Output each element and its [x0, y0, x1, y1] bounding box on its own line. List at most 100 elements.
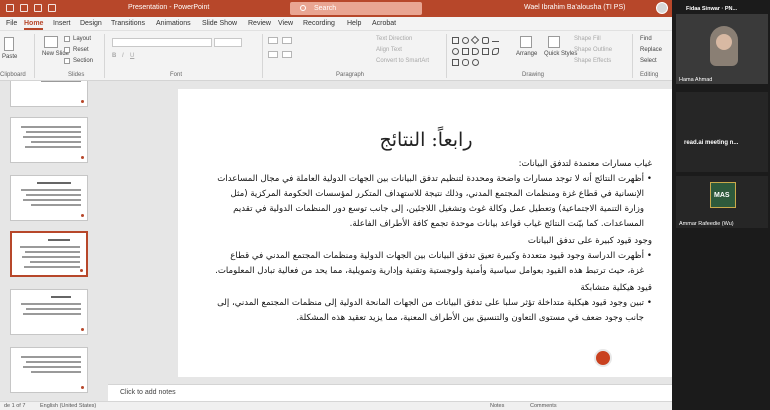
shape-rounded-icon[interactable] [482, 37, 489, 44]
font-size-dropdown[interactable] [214, 38, 242, 47]
screen: Presentation - PowerPoint Search Wael Ib… [0, 0, 770, 410]
slide-thumbnail[interactable] [10, 81, 88, 107]
bold-icon[interactable]: B [112, 53, 116, 59]
slide-canvas[interactable]: رابعاً: النتائج غياب مسارات معتمدة لتدفق… [178, 89, 672, 377]
participant-tile[interactable]: read.ai meeting n... [676, 92, 768, 172]
avatar[interactable] [656, 2, 668, 14]
convert-smartart-button[interactable]: Convert to SmartArt [376, 58, 429, 64]
shape-rectangle-icon[interactable] [452, 37, 459, 44]
search-box[interactable]: Search [290, 2, 422, 15]
thumb-line [31, 141, 81, 143]
redo-icon[interactable] [48, 4, 56, 12]
slide-title[interactable]: رابعاً: النتائج [178, 129, 672, 151]
quick-styles-icon[interactable] [548, 36, 560, 48]
thumb-line [23, 366, 81, 368]
slide-thumbnail-selected[interactable] [10, 231, 88, 277]
language-indicator[interactable]: English (United States) [40, 403, 96, 409]
ribbon-divider [104, 34, 105, 78]
shape-oval-icon[interactable] [462, 37, 469, 44]
replace-button[interactable]: Replace [640, 47, 662, 53]
shape-effects-button[interactable]: Shape Effects [574, 58, 611, 64]
shape-circle-icon[interactable] [452, 48, 459, 55]
shape-fill-button[interactable]: Shape Fill [574, 36, 601, 42]
quick-styles-button[interactable]: Quick Styles [544, 51, 577, 57]
editing-group-label: Editing [640, 72, 659, 78]
notes-button[interactable]: Notes [490, 403, 504, 409]
shape-arrow-icon[interactable] [472, 48, 479, 55]
tab-help[interactable]: Help [347, 20, 361, 27]
section-heading: قيود هيكلية متشابكة [580, 283, 652, 293]
layout-button[interactable]: Layout [73, 36, 91, 42]
slide-thumbnail[interactable] [10, 347, 88, 393]
find-button[interactable]: Find [640, 36, 652, 42]
comments-button[interactable]: Comments [530, 403, 557, 409]
text-direction-button[interactable]: Text Direction [376, 36, 412, 42]
participant-tile[interactable]: MAS Ammar Rafeedie (Wu) [676, 176, 768, 228]
thumb-title [37, 182, 71, 184]
account-name[interactable]: Wael Ibrahim Ba'alousha (TI PS) [524, 4, 625, 11]
thumb-line [21, 126, 81, 128]
participant-tile[interactable]: Fidaa Sinwar · PN... Hama Ahmad [676, 4, 768, 84]
tab-review[interactable]: Review [248, 20, 271, 27]
shape-line-icon[interactable] [492, 41, 499, 42]
thumb-marker [81, 214, 84, 217]
tab-design[interactable]: Design [80, 20, 102, 27]
arrange-icon[interactable] [520, 36, 532, 48]
font-name-dropdown[interactable] [112, 38, 212, 47]
record-button[interactable] [594, 349, 612, 367]
paste-icon[interactable] [4, 37, 14, 51]
tab-recording[interactable]: Recording [303, 20, 335, 27]
shape-box-icon[interactable] [452, 59, 459, 66]
underline-icon[interactable]: U [130, 53, 134, 59]
shape-leaf-icon[interactable] [492, 48, 499, 55]
tab-animations[interactable]: Animations [156, 20, 191, 27]
slide-thumbnail[interactable] [10, 289, 88, 335]
bullet-paragraph: أظهرت النتائج أنه لا توجد مسارات واضحة و… [212, 172, 652, 232]
tab-transitions[interactable]: Transitions [111, 20, 145, 27]
thumb-marker [81, 156, 84, 159]
tab-acrobat[interactable]: Acrobat [372, 20, 396, 27]
notes-pane[interactable]: Click to add notes [108, 384, 672, 401]
numbering-icon[interactable] [282, 37, 292, 44]
thumb-marker [81, 100, 84, 103]
italic-icon[interactable]: I [122, 53, 124, 59]
slide-thumbnail[interactable] [10, 175, 88, 221]
participant-name: Ammar Rafeedie (Wu) [679, 221, 734, 227]
powerpoint-window: Presentation - PowerPoint Search Wael Ib… [0, 0, 672, 410]
ribbon: Paste Clipboard New Slide Layout Reset S… [0, 31, 672, 81]
tab-view[interactable]: View [278, 20, 293, 27]
align-text-button[interactable]: Align Text [376, 47, 402, 53]
tab-insert[interactable]: Insert [53, 20, 71, 27]
reset-button[interactable]: Reset [73, 47, 89, 53]
paste-button[interactable]: Paste [2, 54, 17, 60]
shape-frame-icon[interactable] [482, 48, 489, 55]
tab-home[interactable]: Home [24, 20, 44, 30]
align-center-icon[interactable] [282, 51, 292, 58]
shape-square-icon[interactable] [462, 48, 469, 55]
thumb-line [26, 361, 81, 363]
shape-ring-icon[interactable] [472, 59, 479, 66]
select-button[interactable]: Select [640, 58, 657, 64]
shape-outline-button[interactable]: Shape Outline [574, 47, 612, 53]
tab-file[interactable]: File [6, 20, 17, 27]
shape-diamond-icon[interactable] [470, 35, 480, 45]
new-slide-icon[interactable] [44, 36, 58, 48]
thumb-marker [81, 328, 84, 331]
arrange-button[interactable]: Arrange [516, 51, 537, 57]
slide-body-textbox[interactable]: غياب مسارات معتمدة لتدفق البيانات: أظهرت… [212, 155, 652, 326]
bullets-icon[interactable] [268, 37, 278, 44]
meeting-participants-panel: Fidaa Sinwar · PN... Hama Ahmad read.ai … [672, 0, 770, 410]
section-icon [64, 58, 70, 64]
undo-icon[interactable] [34, 4, 42, 12]
status-bar: de 1 of 7 English (United States) Notes … [0, 401, 672, 410]
tab-slide-show[interactable]: Slide Show [202, 20, 237, 27]
align-left-icon[interactable] [268, 51, 278, 58]
section-heading: غياب مسارات معتمدة لتدفق البيانات: [518, 159, 652, 169]
autosave-icon[interactable] [6, 4, 14, 12]
search-icon [300, 5, 306, 11]
section-button[interactable]: Section [73, 58, 93, 64]
shape-callout-icon[interactable] [462, 59, 469, 66]
save-icon[interactable] [20, 4, 28, 12]
slide-thumbnail[interactable] [10, 117, 88, 163]
participant-name: read.ai meeting n... [684, 140, 739, 146]
